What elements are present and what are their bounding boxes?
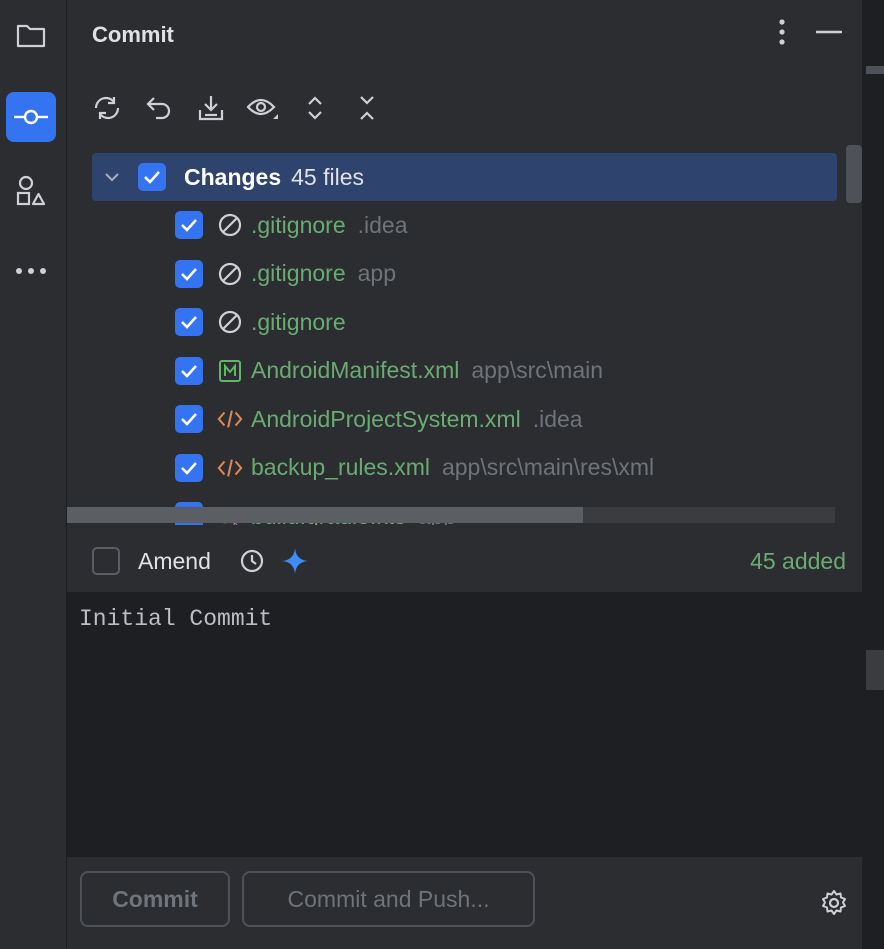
horizontal-scroll-thumb[interactable] xyxy=(67,507,583,523)
file-path: .idea xyxy=(357,211,408,238)
file-row[interactable]: .gitignore app xyxy=(175,252,396,296)
file-checkbox[interactable] xyxy=(175,356,203,385)
changes-count: 45 files xyxy=(291,163,365,190)
structure-tool-button[interactable] xyxy=(6,165,56,215)
gutter-marker xyxy=(866,66,884,74)
file-row[interactable]: AndroidManifest.xml app\src\main xyxy=(175,349,603,393)
xml-icon xyxy=(217,455,243,481)
file-path: app\src\main xyxy=(471,357,604,383)
file-row[interactable]: backup_rules.xml app\src\main\res\xml xyxy=(175,446,654,490)
amend-bar: Amend 45 added xyxy=(67,530,862,592)
changes-label: Changes xyxy=(184,163,282,190)
gear-icon[interactable] xyxy=(820,889,848,917)
file-name: backup_rules.xml xyxy=(251,454,430,480)
amend-label[interactable]: Amend xyxy=(138,548,211,575)
collapse-all-button[interactable] xyxy=(349,90,385,126)
shelve-button[interactable] xyxy=(193,90,229,126)
commit-tool-button[interactable] xyxy=(6,92,56,142)
refresh-button[interactable] xyxy=(89,90,125,126)
folder-icon xyxy=(16,24,46,48)
ignored-file-icon xyxy=(217,261,243,287)
vertical-scroll-thumb[interactable] xyxy=(846,145,862,203)
xml-icon xyxy=(217,406,243,432)
structure-icon xyxy=(16,175,46,206)
file-name: .gitignore xyxy=(251,211,346,238)
ignored-file-icon xyxy=(217,212,243,238)
tool-window-strip xyxy=(0,0,67,949)
checkmark-icon xyxy=(181,316,197,329)
refresh-icon xyxy=(94,96,120,120)
expand-all-button[interactable] xyxy=(297,90,333,126)
file-checkbox[interactable] xyxy=(175,308,203,336)
file-path: .idea xyxy=(532,405,583,432)
file-row[interactable]: AndroidProjectSystem.xml .idea xyxy=(175,397,583,441)
manifest-icon xyxy=(217,358,243,384)
checkmark-icon xyxy=(181,364,197,378)
changes-summary: 45 added xyxy=(750,547,846,574)
file-checkbox[interactable] xyxy=(175,259,203,288)
collapse-all-icon xyxy=(360,96,374,120)
file-path: app\src\main\res\xml xyxy=(441,454,655,480)
checkmark-icon xyxy=(181,219,197,232)
minimize-icon[interactable] xyxy=(816,30,842,34)
commit-and-push-button[interactable]: Commit and Push... xyxy=(242,871,535,927)
file-name: .gitignore xyxy=(251,308,346,335)
checkmark-icon xyxy=(144,171,160,184)
commit-toolbar xyxy=(89,90,385,126)
shelve-icon xyxy=(198,96,224,121)
rollback-icon xyxy=(146,97,171,120)
preview-diff-button[interactable] xyxy=(245,90,281,126)
amend-checkbox[interactable] xyxy=(92,547,120,575)
file-checkbox[interactable] xyxy=(175,211,203,239)
file-name: AndroidManifest.xml xyxy=(251,357,460,383)
more-tools-button[interactable] xyxy=(6,246,56,296)
editor-gutter xyxy=(862,0,884,949)
commit-panel: Commit Changes 45 files .gitignore .idea… xyxy=(67,0,862,949)
commit-button[interactable]: Commit xyxy=(80,871,230,927)
panel-title: Commit xyxy=(92,22,174,47)
chevron-down-icon[interactable] xyxy=(104,171,120,183)
project-tool-button[interactable] xyxy=(6,10,56,60)
file-path: app xyxy=(357,260,396,286)
checkmark-icon xyxy=(181,413,197,426)
checkmark-icon xyxy=(181,461,197,475)
ai-sparkle-icon[interactable] xyxy=(281,547,309,575)
file-checkbox[interactable] xyxy=(175,405,203,433)
ignored-file-icon xyxy=(217,309,243,335)
file-checkbox[interactable] xyxy=(175,453,203,482)
gutter-marker xyxy=(866,650,884,690)
preview-icon xyxy=(246,98,278,119)
checkmark-icon xyxy=(181,267,197,281)
options-menu-icon[interactable] xyxy=(778,18,786,46)
file-name: .gitignore xyxy=(251,260,346,286)
commit-actions: Commit Commit and Push... xyxy=(67,857,862,949)
file-name: AndroidProjectSystem.xml xyxy=(251,405,521,432)
changes-checkbox[interactable] xyxy=(138,163,166,191)
commit-message-input[interactable]: Initial Commit xyxy=(67,592,862,857)
rollback-button[interactable] xyxy=(141,90,177,126)
horizontal-scrollbar[interactable] xyxy=(67,507,835,523)
title-actions xyxy=(778,18,842,46)
history-icon[interactable] xyxy=(239,548,265,574)
changes-root-row[interactable]: Changes 45 files xyxy=(92,153,837,201)
commit-icon xyxy=(14,109,48,125)
commit-message-text: Initial Commit xyxy=(79,606,273,632)
file-row[interactable]: .gitignore xyxy=(175,300,346,344)
changes-tree: Changes 45 files .gitignore .idea .gitigno… xyxy=(67,145,862,525)
expand-all-icon xyxy=(308,96,322,120)
more-icon xyxy=(16,268,46,274)
file-row[interactable]: .gitignore .idea xyxy=(175,203,408,247)
